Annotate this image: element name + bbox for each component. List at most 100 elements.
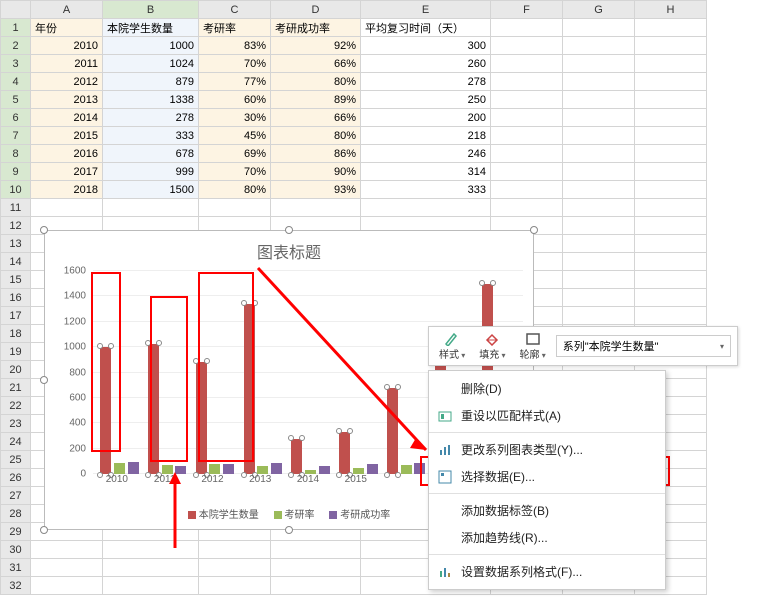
cell-C2[interactable]: 83%: [199, 37, 271, 55]
cell-D32[interactable]: [271, 577, 361, 595]
cell-D5[interactable]: 89%: [271, 91, 361, 109]
cell-A32[interactable]: [31, 577, 103, 595]
bar-考研成功率-2010[interactable]: [128, 462, 139, 474]
row-header-24[interactable]: 24: [1, 433, 31, 451]
cell-C32[interactable]: [199, 577, 271, 595]
cell-B10[interactable]: 1500: [103, 181, 199, 199]
chart-handle[interactable]: [40, 526, 48, 534]
cell-G11[interactable]: [563, 199, 635, 217]
row-header-18[interactable]: 18: [1, 325, 31, 343]
bar-考研成功率-2014[interactable]: [319, 466, 330, 474]
col-header-H[interactable]: H: [635, 1, 707, 19]
ctx-select-data[interactable]: 选择数据(E)...: [429, 463, 665, 490]
cell-D31[interactable]: [271, 559, 361, 577]
cell-E6[interactable]: 200: [361, 109, 491, 127]
col-header-E[interactable]: E: [361, 1, 491, 19]
cell-E1[interactable]: 平均复习时间（天）: [361, 19, 491, 37]
cell-G10[interactable]: [563, 181, 635, 199]
cell-F4[interactable]: [491, 73, 563, 91]
cell-B4[interactable]: 879: [103, 73, 199, 91]
cell-B1[interactable]: 本院学生数量: [103, 19, 199, 37]
cell-G14[interactable]: [563, 253, 635, 271]
cell-C3[interactable]: 70%: [199, 55, 271, 73]
cell-A10[interactable]: 2018: [31, 181, 103, 199]
row-header-20[interactable]: 20: [1, 361, 31, 379]
cell-G7[interactable]: [563, 127, 635, 145]
row-header-9[interactable]: 9: [1, 163, 31, 181]
cell-D10[interactable]: 93%: [271, 181, 361, 199]
cell-D30[interactable]: [271, 541, 361, 559]
row-header-19[interactable]: 19: [1, 343, 31, 361]
row-header-16[interactable]: 16: [1, 289, 31, 307]
bar-本院学生数量-2010[interactable]: [100, 347, 111, 474]
cell-A3[interactable]: 2011: [31, 55, 103, 73]
cell-A30[interactable]: [31, 541, 103, 559]
bar-考研成功率-2013[interactable]: [271, 463, 282, 474]
cell-G12[interactable]: [563, 217, 635, 235]
cell-C8[interactable]: 69%: [199, 145, 271, 163]
row-header-17[interactable]: 17: [1, 307, 31, 325]
row-header-31[interactable]: 31: [1, 559, 31, 577]
bar-本院学生数量-2012[interactable]: [196, 362, 207, 474]
cell-H13[interactable]: [635, 235, 707, 253]
cell-F5[interactable]: [491, 91, 563, 109]
ctx-change-chart-type[interactable]: 更改系列图表类型(Y)...: [429, 436, 665, 463]
cell-G3[interactable]: [563, 55, 635, 73]
cell-B7[interactable]: 333: [103, 127, 199, 145]
chart-handle[interactable]: [530, 226, 538, 234]
cell-E9[interactable]: 314: [361, 163, 491, 181]
cell-F3[interactable]: [491, 55, 563, 73]
cell-G4[interactable]: [563, 73, 635, 91]
cell-B5[interactable]: 1338: [103, 91, 199, 109]
cell-D2[interactable]: 92%: [271, 37, 361, 55]
cell-A31[interactable]: [31, 559, 103, 577]
bar-本院学生数量-2015[interactable]: [339, 432, 350, 474]
cell-D1[interactable]: 考研成功率: [271, 19, 361, 37]
cell-H17[interactable]: [635, 307, 707, 325]
cell-B3[interactable]: 1024: [103, 55, 199, 73]
cell-H2[interactable]: [635, 37, 707, 55]
select-all-corner[interactable]: [1, 1, 31, 19]
cell-H3[interactable]: [635, 55, 707, 73]
cell-D8[interactable]: 86%: [271, 145, 361, 163]
cell-C4[interactable]: 77%: [199, 73, 271, 91]
cell-G5[interactable]: [563, 91, 635, 109]
cell-G1[interactable]: [563, 19, 635, 37]
cell-G17[interactable]: [563, 307, 635, 325]
cell-D4[interactable]: 80%: [271, 73, 361, 91]
cell-H5[interactable]: [635, 91, 707, 109]
row-header-29[interactable]: 29: [1, 523, 31, 541]
cell-F9[interactable]: [491, 163, 563, 181]
row-header-30[interactable]: 30: [1, 541, 31, 559]
cell-D6[interactable]: 66%: [271, 109, 361, 127]
outline-button[interactable]: 轮廓 ▾: [516, 330, 550, 363]
cell-C5[interactable]: 60%: [199, 91, 271, 109]
bar-考研成功率-2016[interactable]: [414, 463, 425, 474]
cell-A2[interactable]: 2010: [31, 37, 103, 55]
row-header-10[interactable]: 10: [1, 181, 31, 199]
cell-C1[interactable]: 考研率: [199, 19, 271, 37]
cell-E5[interactable]: 250: [361, 91, 491, 109]
cell-H15[interactable]: [635, 271, 707, 289]
cell-G2[interactable]: [563, 37, 635, 55]
row-header-14[interactable]: 14: [1, 253, 31, 271]
row-header-22[interactable]: 22: [1, 397, 31, 415]
cell-A8[interactable]: 2016: [31, 145, 103, 163]
cell-B31[interactable]: [103, 559, 199, 577]
ctx-format-series[interactable]: 设置数据系列格式(F)...: [429, 558, 665, 585]
cell-H8[interactable]: [635, 145, 707, 163]
row-header-28[interactable]: 28: [1, 505, 31, 523]
col-header-B[interactable]: B: [103, 1, 199, 19]
cell-A9[interactable]: 2017: [31, 163, 103, 181]
row-header-27[interactable]: 27: [1, 487, 31, 505]
ctx-add-data-labels[interactable]: 添加数据标签(B): [429, 497, 665, 524]
bar-考研率-2011[interactable]: [162, 465, 173, 474]
row-header-32[interactable]: 32: [1, 577, 31, 595]
cell-A5[interactable]: 2013: [31, 91, 103, 109]
row-header-13[interactable]: 13: [1, 235, 31, 253]
cell-A6[interactable]: 2014: [31, 109, 103, 127]
chart-handle[interactable]: [285, 526, 293, 534]
cell-C31[interactable]: [199, 559, 271, 577]
cell-F10[interactable]: [491, 181, 563, 199]
ctx-delete[interactable]: 删除(D): [429, 375, 665, 402]
